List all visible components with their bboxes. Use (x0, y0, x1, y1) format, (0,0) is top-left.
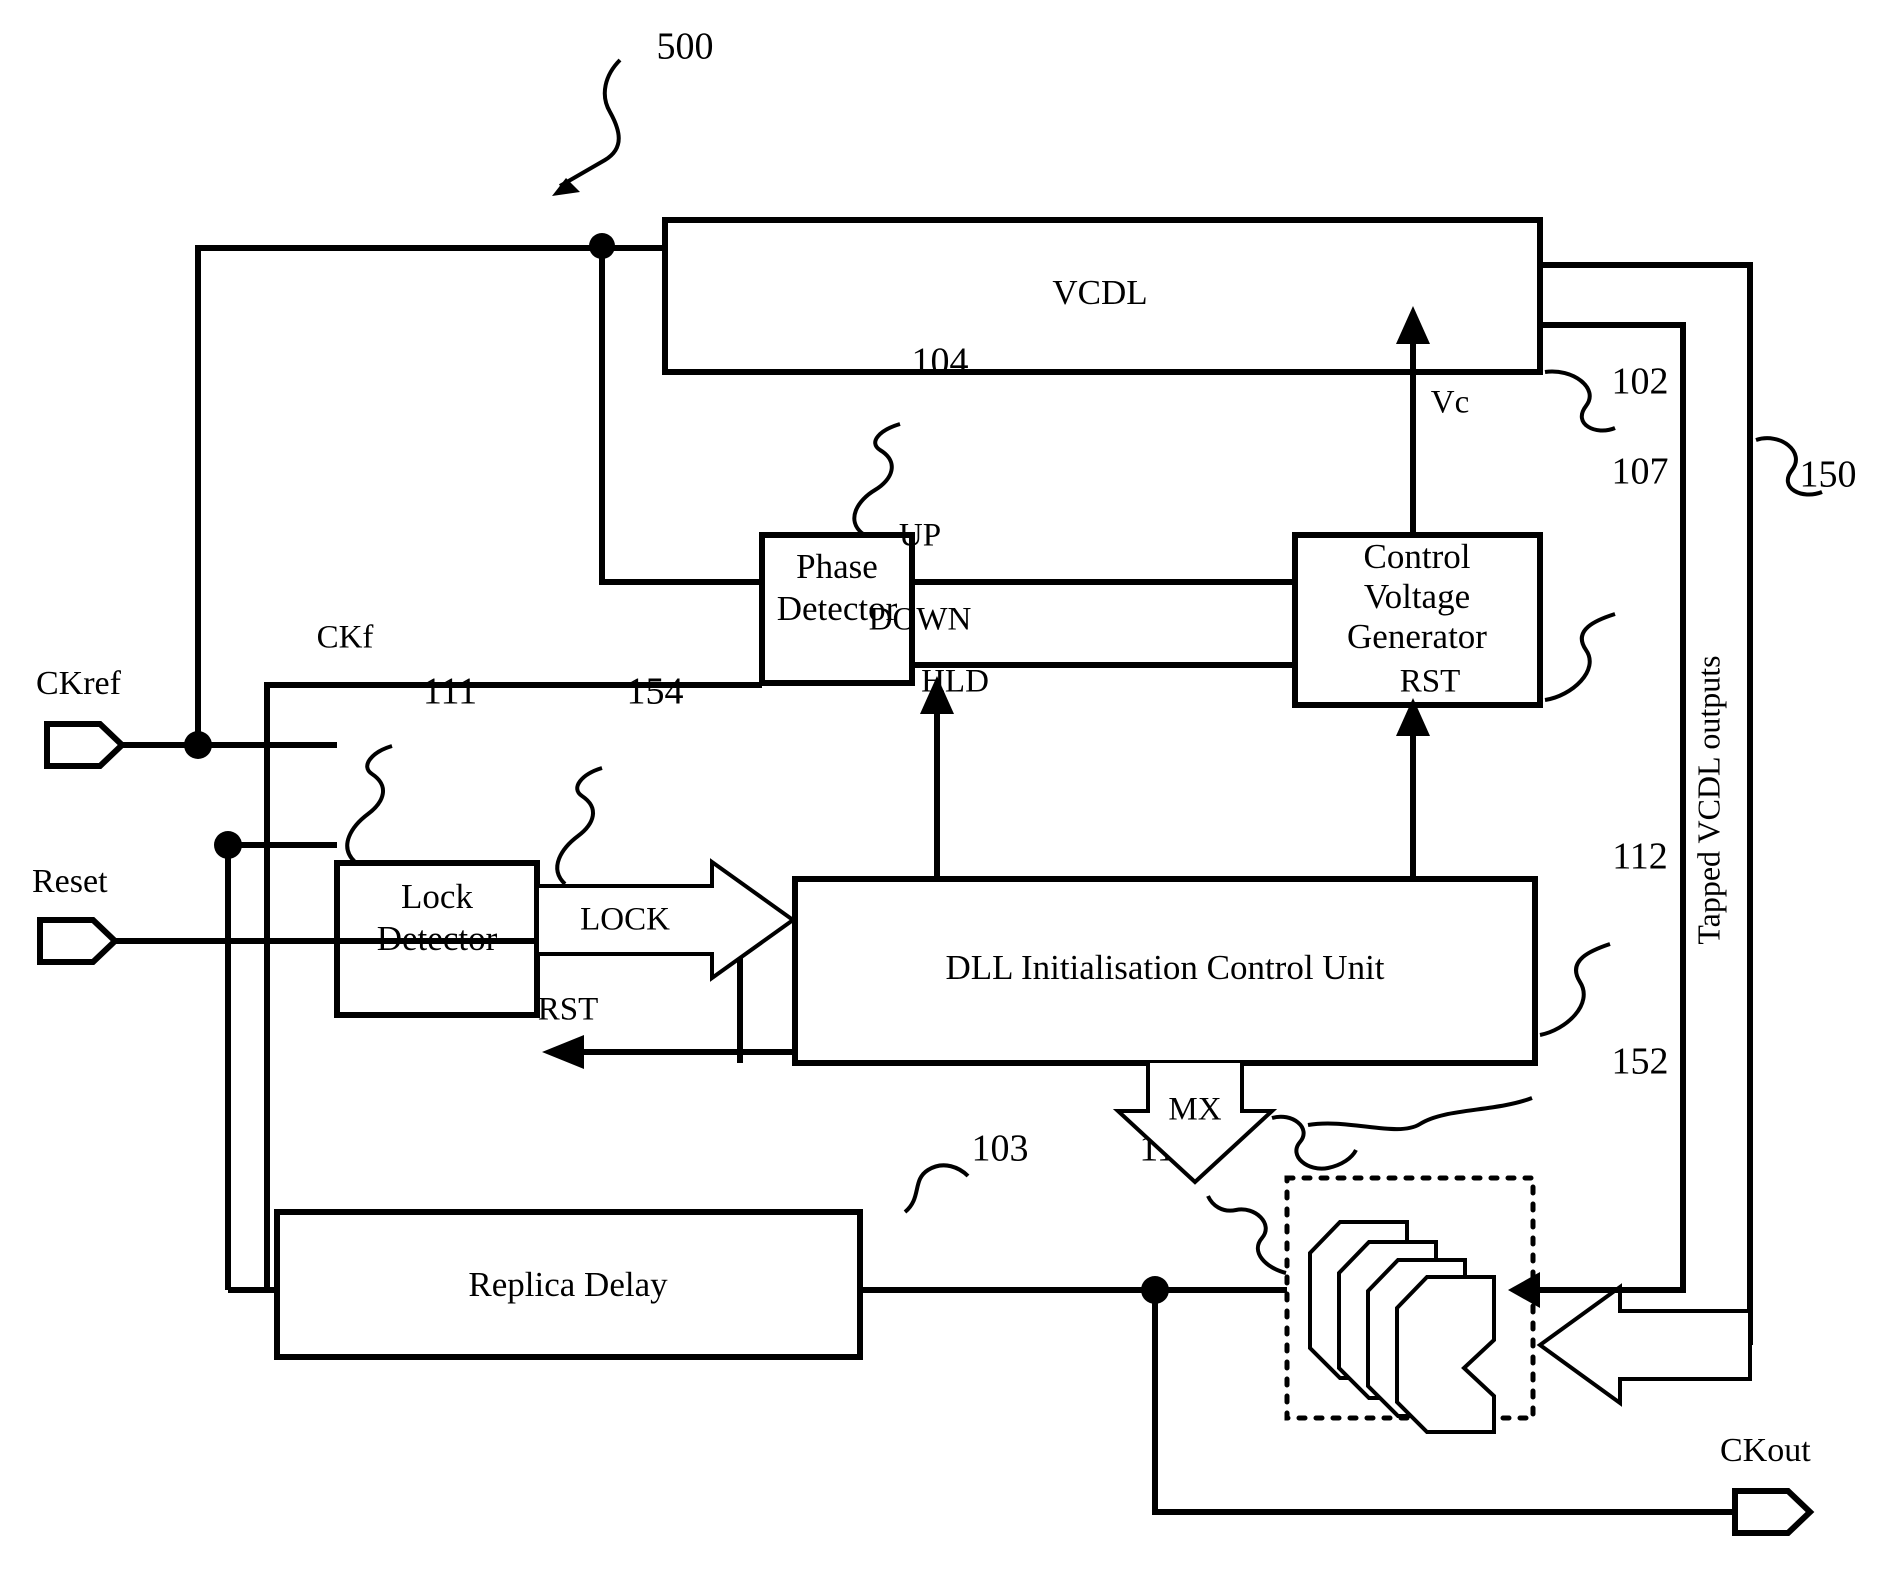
wire-reset-to-lock-detector (225, 842, 337, 941)
junction-dot-ckref (184, 731, 212, 759)
tapped-vcdl-outputs-label: Tapped VCDL outputs (1690, 655, 1726, 944)
hld-signal-label: HLD (921, 664, 989, 700)
ckref-port-label: CKref (36, 665, 122, 702)
cvg-label-line2: Voltage (1364, 577, 1470, 616)
dll-ref-leader (1539, 942, 1611, 1037)
phase-detector-ref: 104 (912, 341, 969, 383)
reset-port-label: Reset (32, 863, 108, 900)
mx-bus-ref: 152 (1612, 1041, 1669, 1083)
vcdl-ref-leader (1544, 369, 1616, 433)
vcdl-ref: 102 (1612, 361, 1669, 403)
mux-stack[interactable] (1308, 1220, 1496, 1434)
dll-init-control-unit-label: DLL Initialisation Control Unit (945, 948, 1384, 987)
wire-hld (920, 676, 954, 879)
ckout-port-label: CKout (1720, 1432, 1811, 1469)
lock-signal-label: LOCK (580, 902, 670, 938)
patent-figure-canvas: 500 VCDL 102 Phase Detector 104 Control … (0, 0, 1883, 1592)
wire-vc (1396, 306, 1430, 535)
rst-to-lock-label: RST (538, 992, 599, 1028)
cvg-label-line1: Control (1364, 537, 1471, 576)
dll-ref: 112 (1612, 836, 1668, 878)
vc-signal-label: Vc (1431, 385, 1469, 421)
replica-delay-label: Replica Delay (468, 1265, 668, 1304)
cvg-ref: 107 (1612, 451, 1669, 493)
phase-detector-label-line1: Phase (796, 547, 878, 586)
mux-ref-leader (1206, 1195, 1287, 1275)
lock-bus-ref: 154 (627, 671, 684, 713)
replica-ref-leader (903, 1163, 970, 1214)
cvg-label-line3: Generator (1347, 617, 1487, 656)
figure-number: 500 (657, 26, 714, 68)
vcdl-block-label: VCDL (1052, 273, 1147, 312)
lock-detector-ref-leader (345, 744, 393, 864)
down-signal-label: DOWN (869, 602, 972, 638)
lock-detector-ref: 111 (423, 671, 477, 713)
cvg-ref-leader (1544, 612, 1616, 702)
up-signal-label: UP (899, 518, 941, 554)
lock-bus-ref-leader (555, 766, 603, 886)
figure-number-leader (552, 58, 622, 196)
mx-bus-ref-leader-2 (1307, 1096, 1533, 1132)
tapped-ref: 150 (1800, 454, 1857, 496)
lock-detector-label-line1: Lock (401, 877, 473, 916)
wire-rst-to-lock (542, 1035, 795, 1069)
rst-to-cvg-label: RST (1400, 664, 1461, 700)
junction-dot-vcdl-tap (589, 233, 615, 259)
mx-signal-label: MX (1168, 1092, 1221, 1128)
phase-detector-ref-leader (852, 422, 901, 536)
replica-ref: 103 (972, 1128, 1029, 1170)
ckf-signal-label: CKf (317, 620, 374, 656)
wire-rst-to-cvg (1396, 698, 1430, 879)
